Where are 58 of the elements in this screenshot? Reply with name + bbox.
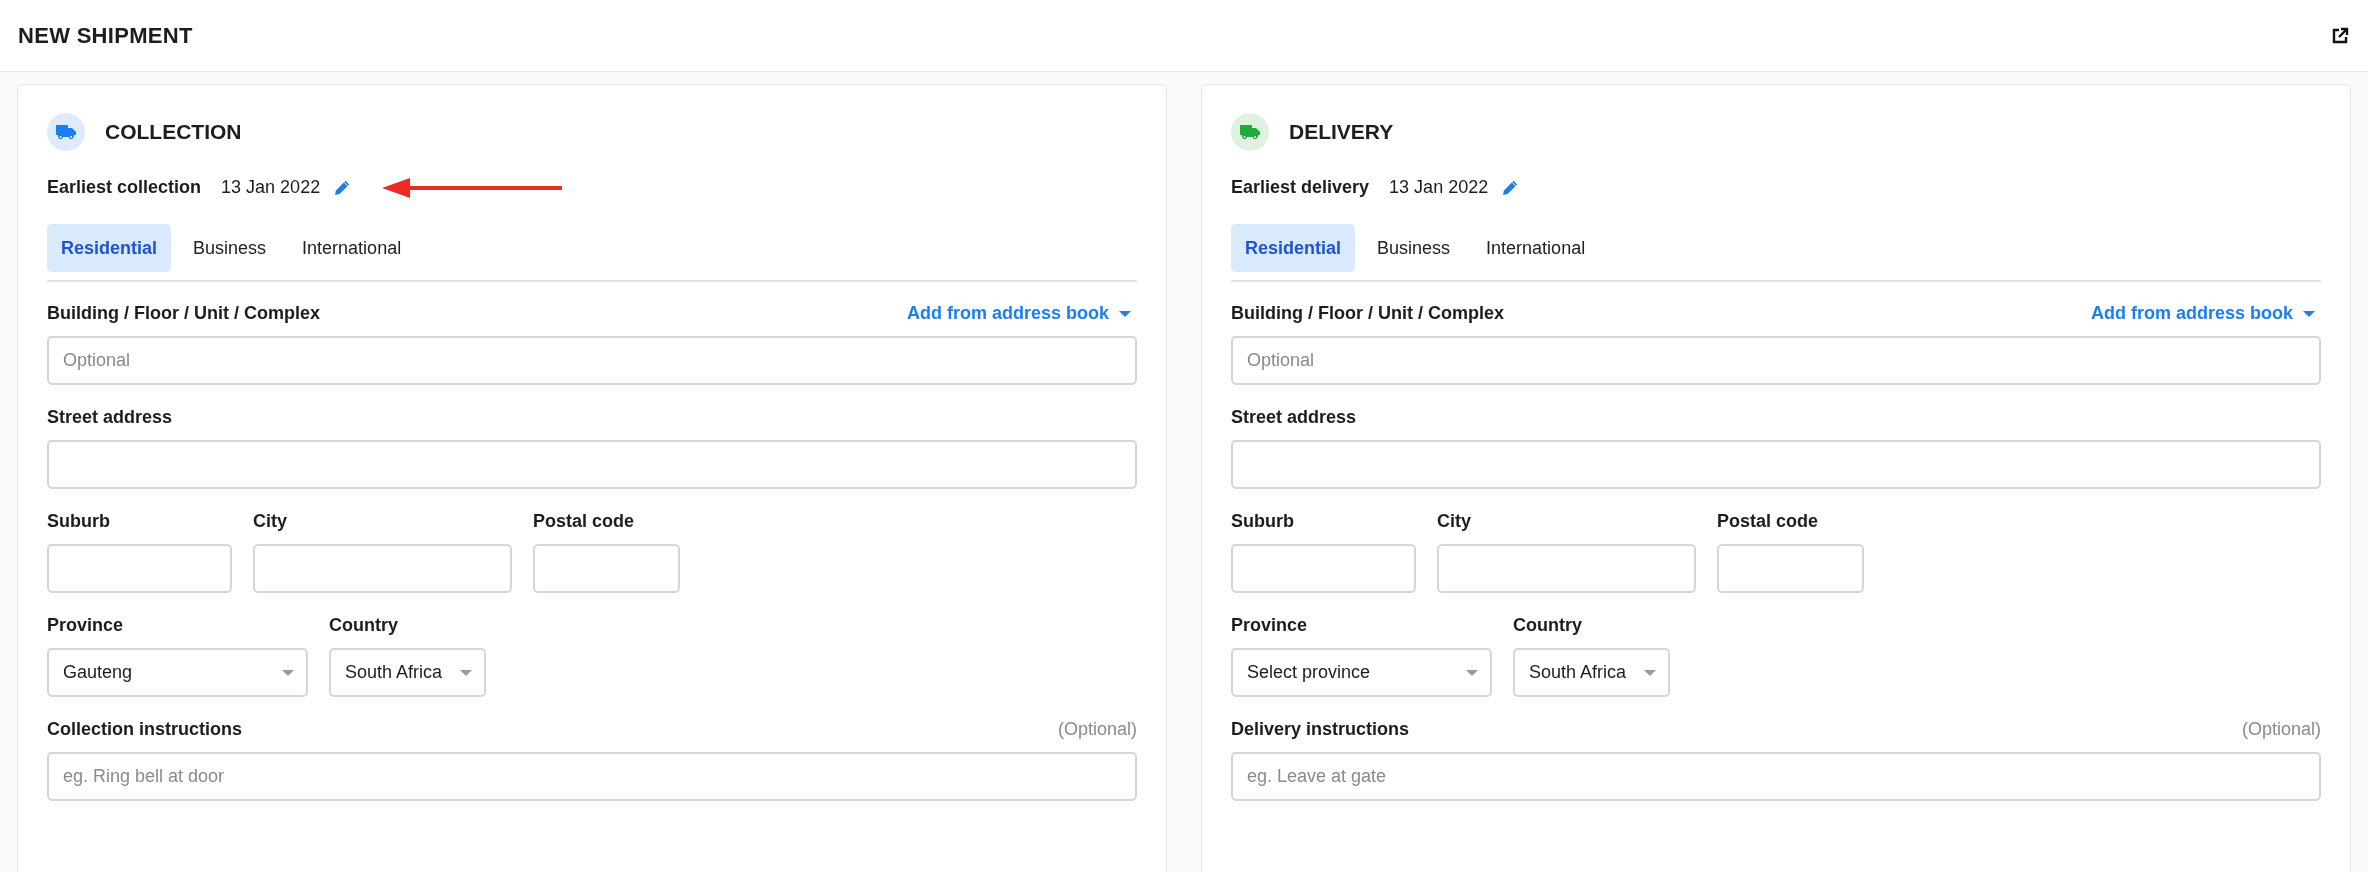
panel-title: COLLECTION (105, 120, 242, 144)
caret-icon (460, 669, 472, 676)
address-type-tab[interactable]: Business (179, 224, 281, 272)
select-dropdown[interactable]: Select province (1231, 648, 1492, 697)
caret-icon (1466, 669, 1478, 676)
field-label: Country (329, 615, 398, 636)
address-type-tab[interactable]: Business (1363, 224, 1465, 272)
field-label: Suburb (1231, 511, 1294, 532)
text-field[interactable] (533, 544, 680, 593)
date-label: Earliest delivery (1231, 177, 1370, 198)
field-label: Postal code (533, 511, 635, 532)
text-field[interactable] (253, 544, 512, 593)
caret-icon (282, 669, 294, 676)
text-field[interactable] (47, 440, 1137, 489)
text-field[interactable] (47, 544, 232, 593)
text-field[interactable]: eg. Leave at gate (1231, 752, 2321, 801)
caret-icon (1119, 310, 1131, 317)
date-label: Earliest collection (47, 177, 202, 198)
optional-note: (Optional) (2241, 719, 2321, 740)
address-type-tab[interactable]: International (288, 224, 416, 272)
field-label: Province (47, 615, 124, 636)
date-value: 13 Jan 2022 (1389, 177, 1489, 198)
caret-icon (2303, 310, 2315, 317)
text-field[interactable]: Optional (1231, 336, 2321, 385)
text-field[interactable] (1437, 544, 1696, 593)
address-type-tab[interactable]: Residential (1231, 224, 1356, 272)
pencil-icon[interactable] (334, 179, 351, 196)
page-title: NEW SHIPMENT (18, 22, 193, 49)
select-dropdown[interactable]: South Africa (1513, 648, 1670, 697)
field-label: Collection instructions (47, 719, 242, 740)
pencil-icon[interactable] (1502, 179, 1519, 196)
panel-title: DELIVERY (1289, 120, 1394, 144)
field-label: Building / Floor / Unit / Complex (1231, 303, 1504, 324)
field-label: Suburb (47, 511, 110, 532)
address-type-tab[interactable]: International (1472, 224, 1600, 272)
address-book-dropdown[interactable]: Add from address book (2090, 303, 2321, 324)
field-label: Province (1231, 615, 1308, 636)
select-dropdown[interactable]: South Africa (329, 648, 486, 697)
text-field[interactable]: Optional (47, 336, 1137, 385)
field-label: City (1437, 511, 1471, 532)
field-label: City (253, 511, 287, 532)
field-label: Street address (1231, 407, 1357, 428)
field-label: Delivery instructions (1231, 719, 1410, 740)
caret-icon (1644, 669, 1656, 676)
field-label: Street address (47, 407, 173, 428)
address-type-tab[interactable]: Residential (47, 224, 172, 272)
optional-note: (Optional) (1057, 719, 1137, 740)
field-label: Country (1513, 615, 1582, 636)
text-field[interactable] (1717, 544, 1864, 593)
text-field[interactable]: eg. Ring bell at door (47, 752, 1137, 801)
text-field[interactable] (1231, 544, 1416, 593)
field-label: Postal code (1717, 511, 1819, 532)
address-book-dropdown[interactable]: Add from address book (906, 303, 1137, 324)
external-link-icon[interactable] (2330, 25, 2350, 46)
date-value: 13 Jan 2022 (221, 177, 321, 198)
text-field[interactable] (1231, 440, 2321, 489)
select-dropdown[interactable]: Gauteng (47, 648, 308, 697)
field-label: Building / Floor / Unit / Complex (47, 303, 320, 324)
